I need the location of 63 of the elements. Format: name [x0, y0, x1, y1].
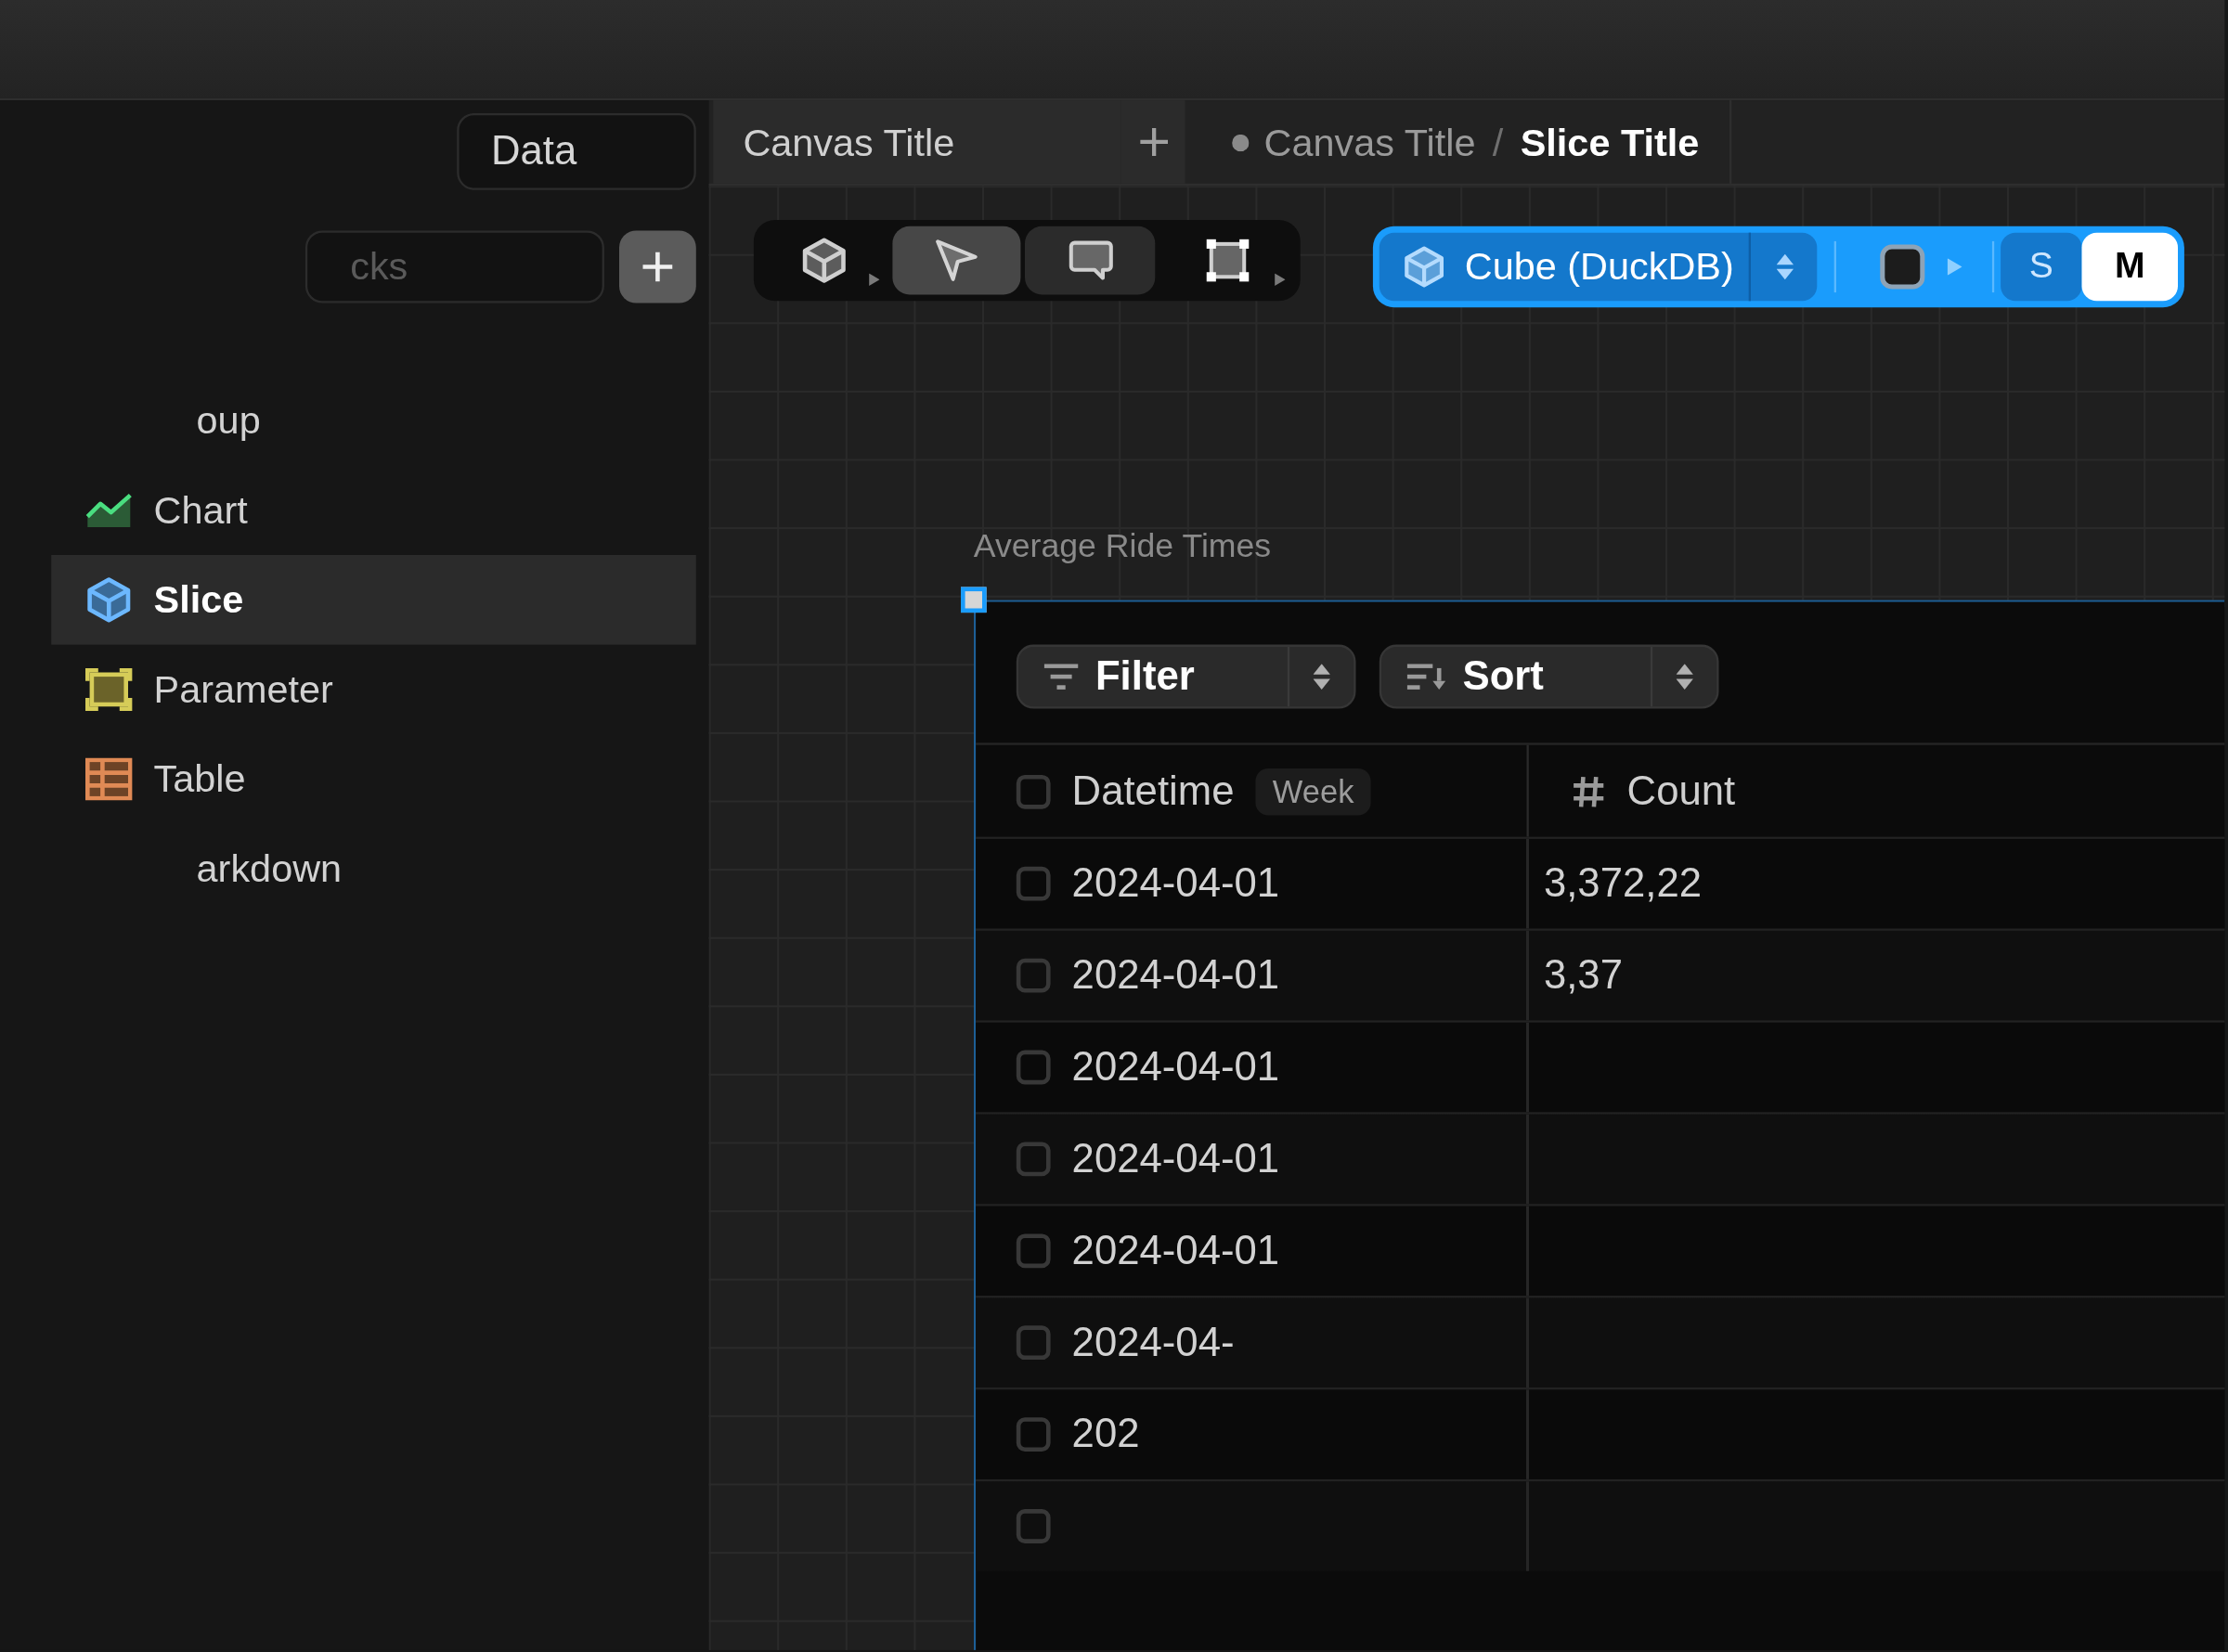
row-checkbox[interactable] — [1016, 1509, 1051, 1543]
sidebar-item[interactable]: Table — [51, 734, 696, 824]
add-block-button[interactable] — [619, 230, 696, 303]
sort-icon — [1406, 664, 1446, 690]
table-icon — [85, 757, 133, 801]
breadcrumb-link[interactable]: Canvas Title — [1263, 120, 1476, 163]
line-chart-icon — [85, 491, 133, 530]
comment-tool-button[interactable] — [1025, 226, 1156, 295]
size-option[interactable]: M — [2081, 232, 2178, 302]
row-checkbox[interactable] — [1016, 1325, 1051, 1361]
table-cell: 2024-04-01 — [1071, 1046, 1280, 1089]
pointer-icon — [933, 237, 980, 284]
breadcrumb-separator: / — [1492, 120, 1504, 163]
row-checkbox[interactable] — [1016, 1050, 1051, 1085]
source-dropdown[interactable]: Cube (DuckDB) — [1379, 232, 1818, 302]
sidebar-item[interactable]: oup — [51, 375, 696, 466]
table-cell: 2024-04-01 — [1071, 1137, 1280, 1181]
row-checkbox[interactable] — [1016, 1417, 1051, 1452]
plus-icon — [642, 252, 673, 282]
up-down-icon — [1313, 664, 1330, 690]
pointer-tool-button[interactable] — [892, 226, 1021, 295]
cube-icon — [1403, 245, 1446, 289]
resize-handle[interactable] — [961, 587, 987, 613]
row-checkbox[interactable] — [1016, 958, 1051, 993]
sidebar-item[interactable]: Parameter — [51, 644, 696, 735]
header-checkbox[interactable] — [1016, 773, 1051, 808]
breadcrumb-current: Slice Title — [1520, 120, 1700, 163]
sidebar-item[interactable]: Slice — [51, 555, 696, 645]
sidebar-item[interactable]: arkdown — [51, 823, 696, 914]
size-option[interactable]: S — [2001, 232, 2082, 302]
filter-button[interactable]: Filter — [1016, 644, 1356, 709]
sidebar-item[interactable]: Chart — [51, 465, 696, 555]
table-cell: 2024-04-01 — [1071, 862, 1280, 906]
plus-icon — [1139, 128, 1167, 156]
sort-button[interactable]: Sort — [1379, 644, 1719, 709]
rounded-square-icon — [1877, 243, 1925, 290]
table-cell: 3,37 — [1543, 954, 1623, 998]
table-cell: 2024-04- — [1071, 1321, 1235, 1364]
table-cell: 2024-04-01 — [1071, 1229, 1280, 1272]
up-down-icon — [1775, 253, 1793, 280]
search-field[interactable]: cks — [304, 230, 604, 303]
data-tab[interactable]: Data — [457, 112, 696, 190]
cube-icon — [85, 576, 133, 624]
table-cell: 2024-04-01 — [1071, 954, 1280, 998]
divider — [1833, 240, 1836, 293]
row-checkbox[interactable] — [1016, 1142, 1051, 1177]
add-tab-button[interactable] — [1120, 100, 1185, 184]
row-checkbox[interactable] — [1016, 1233, 1051, 1269]
dot-icon — [1232, 133, 1250, 151]
table-cell: 202 — [1071, 1413, 1140, 1456]
column-header[interactable]: Datetime — [1071, 769, 1235, 813]
divider — [1991, 240, 1995, 293]
filter-icon — [1043, 664, 1079, 690]
cube-icon — [800, 237, 848, 284]
bracket-square-icon — [85, 667, 133, 711]
canvas-tab[interactable]: Canvas Title — [713, 100, 1121, 184]
row-checkbox[interactable] — [1016, 866, 1051, 901]
granularity-tag[interactable]: Week — [1255, 767, 1371, 815]
table-cell: 3,372,22 — [1543, 862, 1703, 906]
slice-block[interactable]: Filter Sort Datetime Week Count 2024-04-01 3,372,22 2024-04-01 3,37 2024-04-01 2024-04-01 2024-04-01 2024-04- 202 — [973, 600, 2225, 1650]
column-header[interactable]: Count — [1626, 769, 1736, 813]
block-title: Average Ride Times — [973, 527, 1272, 566]
up-down-icon — [1676, 664, 1693, 690]
